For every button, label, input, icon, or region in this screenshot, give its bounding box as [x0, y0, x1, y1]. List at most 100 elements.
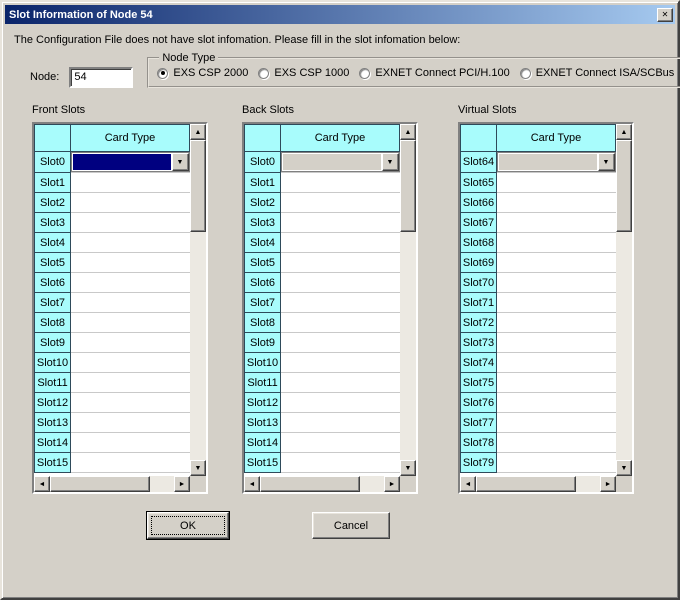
card-type-cell[interactable]: [497, 173, 616, 193]
scroll-down-button[interactable]: ▼: [400, 460, 416, 476]
slot-row-header: Slot1: [35, 173, 71, 193]
card-type-cell[interactable]: [71, 393, 190, 413]
radio-option-exnet-connect-isa-scbus[interactable]: EXNET Connect ISA/SCBus: [520, 67, 675, 79]
vertical-scrollbar[interactable]: ▲▼: [616, 124, 632, 476]
radio-option-exs-csp-2000[interactable]: EXS CSP 2000: [157, 67, 248, 79]
horizontal-scrollbar[interactable]: ◄►: [34, 476, 190, 492]
card-type-cell[interactable]: [497, 293, 616, 313]
scroll-up-button[interactable]: ▲: [400, 124, 416, 140]
card-type-cell[interactable]: [71, 453, 190, 473]
vertical-scroll-thumb[interactable]: [190, 140, 206, 232]
combobox-dropdown-button[interactable]: ▼: [382, 153, 399, 171]
close-button[interactable]: ✕: [657, 8, 673, 22]
vertical-scroll-track[interactable]: [190, 232, 206, 460]
horizontal-scroll-track[interactable]: [360, 476, 384, 492]
slot-row-header: Slot13: [35, 413, 71, 433]
card-type-cell[interactable]: [281, 433, 400, 453]
card-type-cell[interactable]: [281, 193, 400, 213]
horizontal-scroll-track[interactable]: [150, 476, 174, 492]
horizontal-scroll-thumb[interactable]: [476, 476, 576, 492]
card-type-cell[interactable]: [71, 193, 190, 213]
ok-button[interactable]: OK: [147, 512, 229, 539]
card-type-combobox[interactable]: ▼: [281, 152, 400, 172]
combobox-dropdown-button[interactable]: ▼: [172, 153, 189, 171]
radio-button-icon[interactable]: [258, 68, 269, 79]
scroll-left-button[interactable]: ◄: [244, 476, 260, 492]
horizontal-scroll-track[interactable]: [576, 476, 600, 492]
scroll-up-button[interactable]: ▲: [616, 124, 632, 140]
card-type-cell[interactable]: [497, 273, 616, 293]
card-type-cell[interactable]: [281, 213, 400, 233]
card-type-cell[interactable]: [71, 233, 190, 253]
horizontal-scroll-thumb[interactable]: [260, 476, 360, 492]
scroll-down-button[interactable]: ▼: [190, 460, 206, 476]
card-type-cell[interactable]: [71, 373, 190, 393]
card-type-cell[interactable]: [497, 313, 616, 333]
card-type-cell[interactable]: [281, 253, 400, 273]
card-type-cell[interactable]: [71, 273, 190, 293]
card-type-combobox[interactable]: ▼: [71, 152, 190, 172]
horizontal-scroll-thumb[interactable]: [50, 476, 150, 492]
scroll-left-button[interactable]: ◄: [460, 476, 476, 492]
card-type-cell[interactable]: [71, 413, 190, 433]
horizontal-scrollbar[interactable]: ◄►: [244, 476, 400, 492]
title-bar[interactable]: Slot Information of Node 54 ✕: [5, 5, 675, 24]
card-type-cell[interactable]: [497, 213, 616, 233]
vertical-scroll-track[interactable]: [400, 232, 416, 460]
card-type-cell[interactable]: ▼: [71, 152, 190, 173]
slot-row: Slot11: [245, 373, 400, 393]
card-type-cell[interactable]: [281, 173, 400, 193]
card-type-cell[interactable]: [71, 213, 190, 233]
horizontal-scrollbar[interactable]: ◄►: [460, 476, 616, 492]
card-type-cell[interactable]: [281, 273, 400, 293]
card-type-cell[interactable]: [281, 393, 400, 413]
card-type-cell[interactable]: [497, 393, 616, 413]
card-type-cell[interactable]: [497, 333, 616, 353]
radio-button-icon[interactable]: [520, 68, 531, 79]
card-type-cell[interactable]: [497, 253, 616, 273]
vertical-scroll-thumb[interactable]: [616, 140, 632, 232]
card-type-cell[interactable]: [497, 453, 616, 473]
vertical-scrollbar[interactable]: ▲▼: [400, 124, 416, 476]
cancel-button[interactable]: Cancel: [312, 512, 390, 539]
card-type-cell[interactable]: [71, 433, 190, 453]
card-type-cell[interactable]: [281, 293, 400, 313]
card-type-cell[interactable]: [497, 413, 616, 433]
radio-option-exs-csp-1000[interactable]: EXS CSP 1000: [258, 67, 349, 79]
card-type-cell[interactable]: [281, 353, 400, 373]
card-type-cell[interactable]: [71, 173, 190, 193]
card-type-cell[interactable]: [281, 333, 400, 353]
vertical-scrollbar[interactable]: ▲▼: [190, 124, 206, 476]
card-type-combobox[interactable]: ▼: [497, 152, 616, 172]
card-type-cell[interactable]: [497, 353, 616, 373]
radio-button-icon[interactable]: [359, 68, 370, 79]
scroll-right-button[interactable]: ►: [384, 476, 400, 492]
card-type-cell[interactable]: ▼: [281, 152, 400, 173]
card-type-cell[interactable]: [71, 313, 190, 333]
node-input[interactable]: [69, 67, 133, 88]
card-type-cell[interactable]: [71, 293, 190, 313]
combobox-dropdown-button[interactable]: ▼: [598, 153, 615, 171]
card-type-cell[interactable]: [71, 353, 190, 373]
card-type-cell[interactable]: [281, 233, 400, 253]
card-type-cell[interactable]: [497, 233, 616, 253]
vertical-scroll-track[interactable]: [616, 232, 632, 460]
card-type-cell[interactable]: [281, 313, 400, 333]
card-type-cell[interactable]: ▼: [497, 152, 616, 173]
card-type-cell[interactable]: [71, 253, 190, 273]
card-type-cell[interactable]: [71, 333, 190, 353]
card-type-cell[interactable]: [497, 373, 616, 393]
card-type-cell[interactable]: [497, 433, 616, 453]
vertical-scroll-thumb[interactable]: [400, 140, 416, 232]
scroll-up-button[interactable]: ▲: [190, 124, 206, 140]
scroll-right-button[interactable]: ►: [600, 476, 616, 492]
scroll-left-button[interactable]: ◄: [34, 476, 50, 492]
card-type-cell[interactable]: [281, 413, 400, 433]
card-type-cell[interactable]: [281, 373, 400, 393]
radio-option-exnet-connect-pci-h-100[interactable]: EXNET Connect PCI/H.100: [359, 67, 509, 79]
scroll-right-button[interactable]: ►: [174, 476, 190, 492]
card-type-cell[interactable]: [281, 453, 400, 473]
card-type-cell[interactable]: [497, 193, 616, 213]
radio-button-icon[interactable]: [157, 68, 168, 79]
scroll-down-button[interactable]: ▼: [616, 460, 632, 476]
